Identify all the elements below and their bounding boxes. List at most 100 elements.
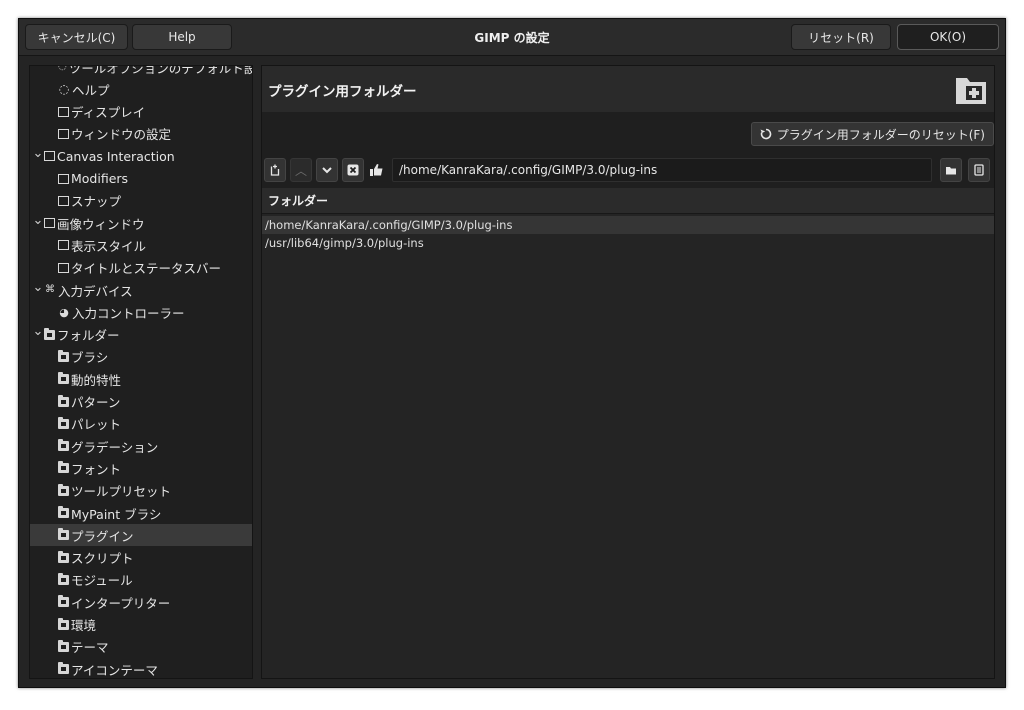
folder-icon-themes-icon (58, 662, 69, 675)
sidebar-item-label: ツールプリセット (71, 484, 172, 500)
reset-button[interactable]: リセット(R) (791, 24, 891, 50)
sidebar-item[interactable]: パレット (30, 413, 252, 435)
reset-icon (760, 128, 772, 140)
sidebar-item[interactable]: 表示スタイル (30, 234, 252, 256)
open-file-chooser-button[interactable] (940, 158, 962, 182)
folder-plugins-large-icon (956, 78, 986, 104)
sidebar-item[interactable]: グラデーション (30, 435, 252, 457)
sidebar-item-label: 表示スタイル (71, 238, 147, 254)
tool-options-icon: ◌ (58, 65, 67, 72)
sidebar-item[interactable]: スナップ (30, 190, 252, 212)
sidebar-item-label: ブラシ (71, 350, 109, 366)
sidebar-item[interactable]: ウィンドウの設定 (30, 123, 252, 145)
folder-list-row[interactable]: /home/KanraKara/.config/GIMP/3.0/plug-in… (262, 216, 994, 234)
sidebar-item[interactable]: モジュール (30, 569, 252, 591)
sidebar-item-label: アイコンテーマ (71, 662, 158, 678)
folder-properties-button[interactable] (968, 158, 990, 182)
sidebar-item-label: 入力コントローラー (72, 305, 185, 321)
image-window-icon (44, 218, 55, 229)
sidebar-item-label: インタープリター (71, 595, 171, 611)
sidebar-item[interactable]: ⌄ 画像ウィンドウ (30, 212, 252, 234)
sidebar-item-label: フォント (71, 461, 122, 477)
sidebar-item[interactable]: 動的特性 (30, 368, 252, 390)
folder-fonts-icon (58, 461, 69, 474)
folder-palettes-icon (58, 416, 69, 429)
sidebar-item[interactable]: プラグイン (30, 524, 252, 547)
move-up-button[interactable]: ︿ (290, 158, 312, 182)
sidebar-item[interactable]: 環境 (30, 614, 252, 636)
sidebar-item[interactable]: ⌄ Canvas Interaction (30, 145, 252, 167)
sidebar-item[interactable]: インタープリター (30, 591, 252, 613)
preferences-category-tree[interactable]: ◌ ツールオプションのデフォルト設定 ◌ ヘルプ ディスプレイ ウィンドウの設定 ⌄ Canv… (29, 65, 253, 679)
dialog-titlebar: キャンセル(C) Help GIMP の設定 リセット(R) OK(O) (19, 19, 1005, 56)
folder-toolbar: ︿ /home/KanraKara/.config/GIMP/3.0/plug-… (264, 158, 992, 184)
folders-icon (44, 327, 55, 340)
sidebar-item-label: 画像ウィンドウ (57, 216, 145, 232)
sidebar-item[interactable]: ◌ ツールオプションのデフォルト設定 (30, 65, 253, 78)
sidebar-item[interactable]: フォント (30, 457, 252, 479)
cancel-button[interactable]: キャンセル(C) (25, 24, 128, 50)
preferences-dialog: キャンセル(C) Help GIMP の設定 リセット(R) OK(O) ◌ ツー… (18, 18, 1006, 688)
sidebar-item[interactable]: MyPaint ブラシ (30, 502, 252, 524)
sidebar-item[interactable]: ブラシ (30, 346, 252, 368)
expander-chevron-icon[interactable]: ⌄ (32, 213, 44, 228)
sidebar-item[interactable]: スクリプト (30, 547, 252, 569)
sidebar-item-label: 動的特性 (71, 372, 122, 388)
new-folder-button[interactable] (264, 158, 286, 182)
folder-patterns-icon (58, 394, 69, 407)
sidebar-item-label: タイトルとステータスバー (71, 261, 222, 277)
sidebar-item-label: ウィンドウの設定 (71, 127, 172, 143)
sidebar-item-label: Canvas Interaction (57, 148, 175, 164)
move-down-button[interactable] (316, 158, 338, 182)
sidebar-item-label: ツールオプションのデフォルト設定 (68, 65, 253, 76)
reset-plugin-folders-button[interactable]: プラグイン用フォルダーのリセット(F) (750, 122, 994, 146)
folder-list-header: フォルダー (262, 188, 994, 214)
folder-modules-icon (58, 572, 69, 585)
expander-chevron-icon[interactable]: ⌄ (32, 146, 44, 161)
sidebar-item[interactable]: ⌄ ⌘ 入力デバイス (30, 279, 252, 301)
sidebar-item[interactable]: ディスプレイ (30, 101, 252, 123)
document-open-icon (946, 167, 956, 175)
sidebar-item[interactable]: ◕ 入力コントローラー (30, 301, 252, 323)
expander-chevron-icon[interactable]: ⌄ (32, 280, 44, 295)
ok-button[interactable]: OK(O) (897, 24, 999, 50)
delete-folder-button[interactable] (342, 158, 364, 182)
folder-gradients-icon (58, 439, 69, 452)
folder-writable-thumb-icon (368, 162, 386, 178)
sidebar-item[interactable]: ⌄ フォルダー (30, 324, 252, 346)
plugin-folders-page: プラグイン用フォルダー プラグイン用フォルダーのリセット(F) ︿ /home/… (261, 65, 995, 679)
sidebar-item-label: ヘルプ (72, 82, 110, 98)
sidebar-item[interactable]: テーマ (30, 636, 252, 658)
sidebar-item-label: スナップ (71, 194, 122, 210)
folder-list[interactable]: フォルダー /home/KanraKara/.config/GIMP/3.0/p… (262, 188, 994, 678)
sidebar-item-label: プラグイン (71, 528, 134, 544)
sidebar-item[interactable]: ◌ ヘルプ (30, 78, 252, 100)
sidebar-item[interactable]: Modifiers (30, 168, 252, 190)
folder-themes-icon (58, 639, 69, 652)
expander-chevron-icon[interactable]: ⌄ (32, 324, 44, 339)
sidebar-item-label: モジュール (71, 573, 133, 589)
folder-tool-presets-icon (58, 483, 69, 496)
window-management-icon (58, 128, 69, 139)
sidebar-item-label: Modifiers (71, 171, 129, 186)
sidebar-item[interactable]: ツールプリセット (30, 480, 252, 502)
sidebar-item-label: ディスプレイ (71, 105, 146, 121)
delete-x-icon (347, 164, 359, 176)
modifiers-icon (58, 173, 69, 184)
folder-path-input[interactable]: /home/KanraKara/.config/GIMP/3.0/plug-in… (392, 158, 932, 182)
help-button[interactable]: Help (132, 24, 232, 50)
sidebar-item[interactable]: アイコンテーマ (30, 658, 252, 678)
sidebar-item[interactable]: パターン (30, 391, 252, 413)
folder-scripts-icon (58, 550, 69, 563)
folder-list-row[interactable]: /usr/lib64/gimp/3.0/plug-ins (262, 234, 994, 252)
input-devices-icon: ⌘ (45, 284, 55, 295)
chevron-down-icon (322, 167, 332, 174)
folder-environment-icon (58, 617, 69, 630)
sidebar-item[interactable]: タイトルとステータスバー (30, 257, 252, 279)
folder-brushes-icon (58, 349, 69, 362)
reset-plugin-folders-label: プラグイン用フォルダーのリセット(F) (776, 127, 985, 142)
folder-dynamics-icon (58, 372, 69, 385)
new-document-icon (270, 164, 280, 176)
sidebar-item-label: パターン (71, 395, 121, 410)
snap-icon (58, 195, 69, 206)
